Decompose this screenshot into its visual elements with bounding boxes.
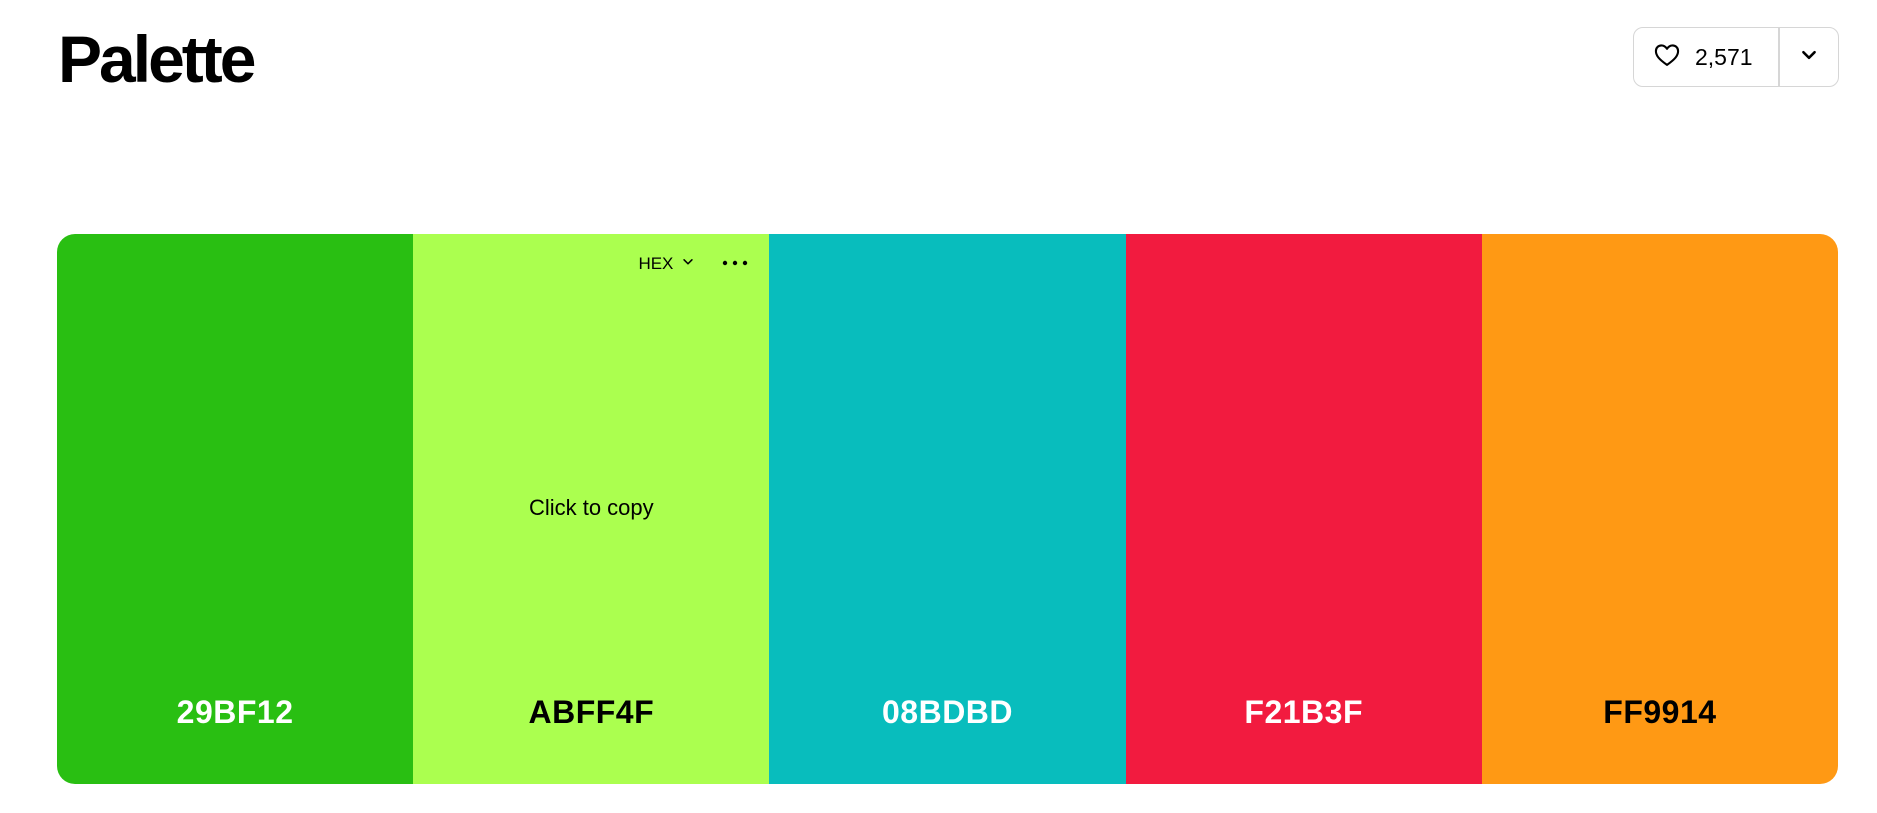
color-swatch[interactable]: 08BDBD	[769, 234, 1126, 784]
copy-hint: Click to copy	[528, 495, 654, 520]
swatch-hex-code: F21B3F	[1244, 694, 1363, 730]
color-format-label: HEX	[638, 254, 674, 273]
color-format-dropdown[interactable]: HEX	[638, 254, 695, 274]
options-dropdown-button[interactable]	[1780, 28, 1839, 86]
palette-page: Palette 2,571 29BF12 HEX Click to copy A…	[0, 0, 1877, 813]
swatch-controls: HEX	[638, 254, 749, 274]
color-swatch[interactable]: HEX Click to copy ABFF4F	[413, 234, 770, 784]
swatch-hex-code: 08BDBD	[881, 694, 1014, 730]
swatch-hex-code: 29BF12	[176, 694, 294, 730]
swatch-hex-code: FF9914	[1603, 694, 1717, 730]
like-count: 2,571	[1695, 43, 1753, 70]
more-horizontal-icon	[721, 255, 749, 273]
color-swatch[interactable]: FF9914	[1481, 234, 1838, 784]
color-swatch[interactable]: F21B3F	[1125, 234, 1482, 784]
color-palette: 29BF12 HEX Click to copy ABFF4F 08BDBD F…	[57, 234, 1838, 784]
more-options-button[interactable]	[721, 255, 749, 273]
color-swatch[interactable]: 29BF12	[57, 234, 414, 784]
heart-icon	[1653, 41, 1681, 74]
chevron-down-icon	[681, 254, 695, 274]
like-button-group: 2,571	[1633, 27, 1839, 87]
chevron-down-icon	[1800, 46, 1818, 69]
swatch-hex-code: ABFF4F	[528, 694, 655, 730]
page-title: Palette	[58, 22, 256, 96]
like-button[interactable]: 2,571	[1634, 28, 1778, 86]
